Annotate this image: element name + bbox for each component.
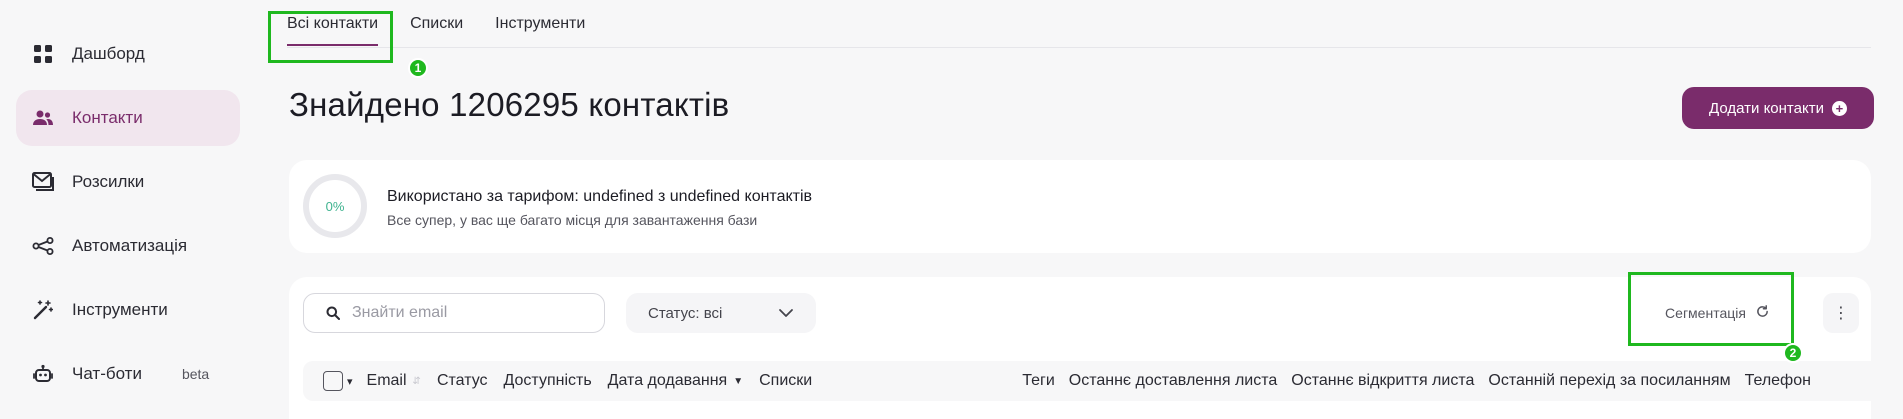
- users-icon: [32, 107, 54, 129]
- column-last-click[interactable]: Останній перехід за посиланням: [1488, 372, 1730, 390]
- column-date-added[interactable]: Дата додавання ▼: [608, 372, 743, 390]
- mail-icon: [32, 171, 54, 193]
- search-input[interactable]: Знайти email: [303, 293, 605, 333]
- column-availability[interactable]: Доступність: [504, 372, 592, 390]
- add-contacts-label: Додати контакти: [1709, 99, 1824, 117]
- highlight-box-1: [268, 11, 393, 63]
- plus-circle-icon: +: [1831, 100, 1847, 116]
- chevron-down-icon[interactable]: ▾: [347, 375, 353, 388]
- column-last-open[interactable]: Останнє відкриття листа: [1291, 372, 1474, 390]
- sidebar-item-label: Чат-боти: [72, 364, 142, 383]
- usage-percent: 0%: [325, 198, 345, 214]
- sidebar-item-label: Автоматизація: [72, 236, 188, 255]
- sidebar-item-chatbots[interactable]: Чат-боти beta: [16, 346, 240, 402]
- column-email[interactable]: Email ⇵: [367, 372, 421, 390]
- sidebar-item-label: Дашборд: [72, 44, 145, 63]
- tab-lists[interactable]: Списки: [410, 0, 463, 48]
- status-filter-select[interactable]: Статус: всі: [626, 293, 816, 333]
- sort-icon: ⇵: [412, 375, 421, 387]
- usage-progress-ring: 0%: [303, 174, 367, 238]
- sidebar-item-dashboard[interactable]: Дашборд: [16, 26, 240, 82]
- sidebar-item-label: Розсилки: [72, 172, 145, 191]
- chevron-down-icon: [778, 305, 794, 321]
- add-contacts-button[interactable]: Додати контакти +: [1682, 87, 1874, 129]
- column-status[interactable]: Статус: [437, 372, 488, 390]
- sidebar-item-contacts[interactable]: Контакти: [16, 90, 240, 146]
- sidebar-item-label: Контакти: [72, 108, 143, 127]
- usage-card: 0% Використано за тарифом: undefined з u…: [289, 160, 1871, 253]
- column-phone[interactable]: Телефон: [1745, 372, 1811, 390]
- share-nodes-icon: [32, 235, 54, 257]
- usage-title: Використано за тарифом: undefined з unde…: [387, 188, 813, 205]
- sidebar: Дашборд Контакти Розсилки Автоматизація …: [0, 0, 255, 419]
- sort-desc-icon: ▼: [733, 375, 744, 387]
- sidebar-item-automation[interactable]: Автоматизація: [16, 218, 240, 274]
- column-lists[interactable]: Списки: [759, 372, 812, 390]
- grid-icon: [32, 43, 54, 65]
- search-icon: [326, 306, 340, 320]
- column-last-delivery[interactable]: Останнє доставлення листа: [1069, 372, 1278, 390]
- robot-icon: [32, 363, 54, 385]
- main-content: Всі контакти Списки Інструменти 1 Знайде…: [255, 0, 1903, 419]
- sidebar-item-tools[interactable]: Інструменти: [16, 282, 240, 338]
- highlight-box-2: [1628, 272, 1794, 346]
- search-placeholder: Знайти email: [352, 304, 448, 321]
- select-all-checkbox[interactable]: [323, 371, 343, 391]
- table-header: ▾ Email ⇵ Статус Доступність Дата додаван…: [303, 361, 1871, 401]
- tab-bar: Всі контакти Списки Інструменти: [287, 0, 1871, 48]
- highlight-badge-2: 2: [1783, 343, 1803, 363]
- beta-badge: beta: [181, 366, 210, 382]
- magic-wand-icon: [32, 299, 54, 321]
- column-tags[interactable]: Теги: [1022, 372, 1055, 390]
- column-label: Email: [366, 372, 407, 389]
- highlight-badge-1: 1: [408, 58, 428, 78]
- sidebar-item-label: Інструменти: [72, 300, 168, 319]
- page-title: Знайдено 1206295 контактів: [289, 86, 730, 123]
- status-filter-label: Статус: всі: [648, 304, 723, 322]
- more-options-button[interactable]: ⋮: [1823, 293, 1859, 333]
- kebab-icon: ⋮: [1833, 305, 1849, 322]
- column-label: Дата додавання: [607, 372, 728, 389]
- usage-subtitle: Все супер, у вас ще багато місця для зав…: [387, 212, 758, 228]
- sidebar-item-mailings[interactable]: Розсилки: [16, 154, 240, 210]
- tab-tools[interactable]: Інструменти: [495, 0, 585, 48]
